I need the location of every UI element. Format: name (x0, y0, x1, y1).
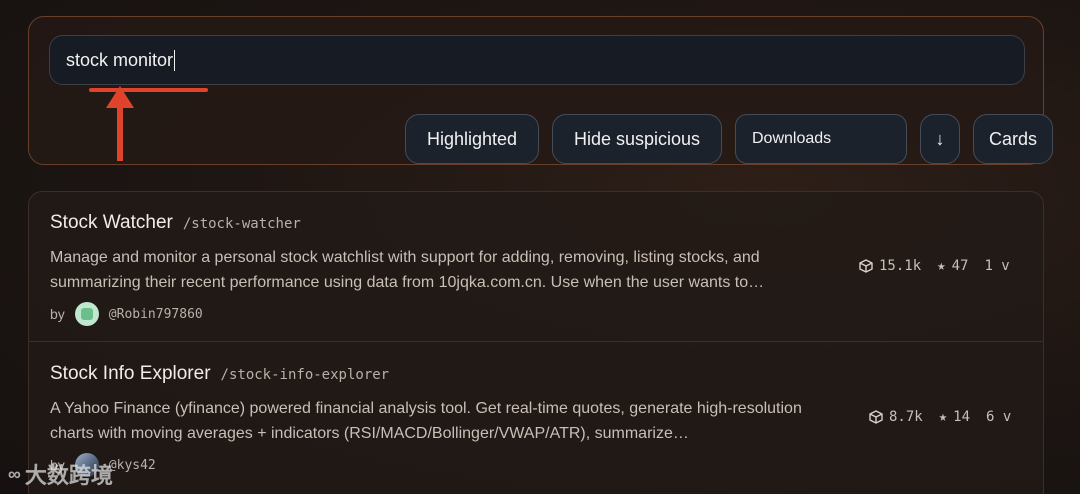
result-card[interactable]: Stock Watcher/stock-watcher Manage and m… (29, 192, 1043, 342)
results-list: Stock Watcher/stock-watcher Manage and m… (28, 191, 1044, 494)
sort-direction-button[interactable]: ↓ (920, 114, 960, 164)
downloads-count: 15.1k (879, 258, 922, 274)
result-title[interactable]: Stock Info Explorer (50, 363, 211, 384)
watermark: ∞ 大数跨境 (8, 458, 113, 490)
hide-suspicious-label: Hide suspicious (573, 128, 701, 149)
result-title-line: Stock Watcher/stock-watcher (50, 212, 301, 234)
stars-stat: ★ 14 (939, 409, 970, 425)
text-caret (174, 49, 176, 71)
sort-by-value: Downloads (752, 130, 832, 147)
result-description: A Yahoo Finance (yfinance) powered finan… (50, 400, 802, 442)
avatar-glyph-icon (80, 308, 93, 320)
versions-count: 1 v (984, 258, 1010, 274)
result-card[interactable]: Stock Info Explorer/stock-info-explorer … (29, 343, 1043, 493)
arrow-down-icon: ↓ (935, 128, 945, 149)
watermark-text: 大数跨境 (24, 463, 113, 488)
result-title-line: Stock Info Explorer/stock-info-explorer (50, 363, 389, 385)
highlighted-filter-label: Highlighted (426, 128, 518, 149)
view-mode-label: Cards (988, 128, 1037, 149)
watermark-logo-icon: ∞ (8, 463, 21, 484)
avatar[interactable] (74, 302, 99, 326)
author-row: by @Robin797860 (50, 302, 203, 326)
result-description: Manage and monitor a personal stock watc… (50, 249, 765, 291)
stars-count: 14 (953, 409, 971, 425)
sort-by-select[interactable]: Downloads (735, 114, 907, 164)
star-icon: ★ (938, 409, 948, 425)
versions-count: 6 v (986, 409, 1012, 425)
package-icon (859, 259, 873, 273)
stars-count: 47 (951, 258, 969, 274)
downloads-stat: 15.1k (859, 258, 921, 274)
result-slug: /stock-watcher (182, 216, 301, 232)
annotation-arrow-shaft (117, 104, 123, 161)
author-handle[interactable]: @kys42 (109, 458, 156, 473)
downloads-count: 8.7k (889, 409, 923, 425)
search-panel: stock monitor Highlighted Hide suspiciou… (28, 16, 1053, 165)
stars-stat: ★ 47 (937, 258, 968, 274)
search-input[interactable]: stock monitor (49, 35, 1025, 85)
star-icon: ★ (937, 258, 946, 274)
downloads-stat: 8.7k (869, 409, 923, 425)
highlighted-filter-button[interactable]: Highlighted (405, 114, 539, 164)
versions-stat: 1 v (984, 258, 1009, 274)
hide-suspicious-button[interactable]: Hide suspicious (552, 114, 722, 164)
search-input-value: stock monitor (66, 49, 174, 70)
by-label: by (50, 306, 65, 322)
result-stats: 15.1k ★ 47 1 v (859, 258, 1010, 274)
view-mode-button[interactable]: Cards (973, 114, 1053, 164)
package-icon (869, 410, 883, 424)
author-handle[interactable]: @Robin797860 (109, 307, 203, 322)
result-slug: /stock-info-explorer (220, 367, 390, 383)
result-title[interactable]: Stock Watcher (50, 212, 173, 233)
versions-stat: 6 v (986, 409, 1011, 425)
result-stats: 8.7k ★ 14 6 v (869, 409, 1011, 425)
